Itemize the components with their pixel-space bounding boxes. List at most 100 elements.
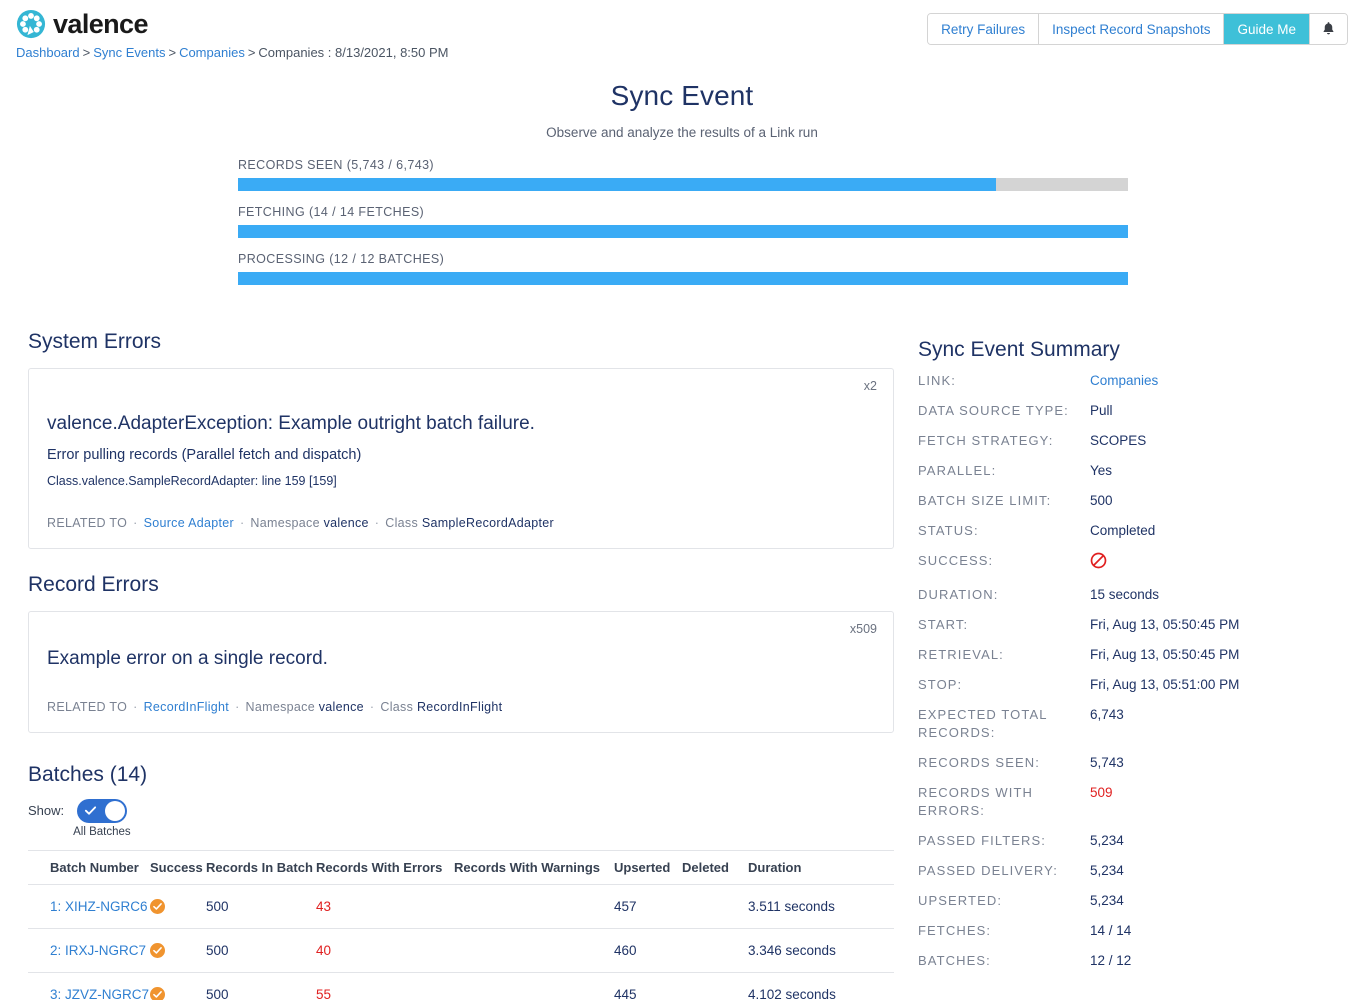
cell-records-with-errors: 40 <box>316 928 454 973</box>
progress-label: PROCESSING (12 / 12 BATCHES) <box>238 252 445 266</box>
summary-value: 14 / 14 <box>1090 923 1132 938</box>
summary-value: Fri, Aug 13, 05:50:45 PM <box>1090 617 1240 632</box>
notifications-button[interactable] <box>1310 14 1347 44</box>
header-action-group: Retry Failures Inspect Record Snapshots … <box>927 13 1348 45</box>
record-errors-heading: Record Errors <box>28 573 159 596</box>
summary-row: FETCHES: 14 / 14 <box>918 922 1348 940</box>
summary-row: PARALLEL: Yes <box>918 462 1348 480</box>
summary-key: PASSED FILTERS: <box>918 833 1046 848</box>
summary-value <box>1090 552 1107 574</box>
summary-value: Completed <box>1090 523 1156 538</box>
summary-row: RECORDS WITH ERRORS: 509 <box>918 784 1348 820</box>
table-header-row: Batch Number Success Records In Batch Re… <box>28 850 894 885</box>
system-error-count-badge: x2 <box>863 379 877 393</box>
summary-key: DATA SOURCE TYPE: <box>918 403 1069 418</box>
progress-fetching: FETCHING (14 / 14 FETCHES) <box>238 205 1128 238</box>
progress-fill <box>238 272 1128 285</box>
summary-row: UPSERTED: 5,234 <box>918 892 1348 910</box>
show-label: Show: <box>28 803 65 818</box>
summary-value: 5,743 <box>1090 755 1124 770</box>
summary-key: LINK: <box>918 373 957 388</box>
system-error-subtitle: Error pulling records (Parallel fetch an… <box>47 447 362 463</box>
col-batch-number: Batch Number <box>28 850 150 885</box>
cell-records-with-errors: 55 <box>316 972 454 1000</box>
summary-key: UPSERTED: <box>918 893 1003 908</box>
batch-link[interactable]: 1: XIHZ-NGRC6 <box>50 899 148 914</box>
col-records-with-errors: Records With Errors <box>316 850 454 885</box>
summary-key: PASSED DELIVERY: <box>918 863 1058 878</box>
summary-row: STATUS: Completed <box>918 522 1348 540</box>
table-row: 3: JZVZ-NGRC7 500 55 445 4.102 seconds <box>28 972 894 1000</box>
retry-failures-button[interactable]: Retry Failures <box>928 14 1040 44</box>
table-row: 1: XIHZ-NGRC6 500 43 457 3.511 seconds <box>28 884 894 929</box>
summary-list: LINK: Companies DATA SOURCE TYPE: Pull FETCH… <box>918 372 1348 970</box>
cell-batch-number[interactable]: 2: IRXJ-NGRC7 <box>28 928 150 973</box>
batch-link[interactable]: 2: IRXJ-NGRC7 <box>50 943 146 958</box>
cell-duration: 3.511 seconds <box>748 884 894 929</box>
record-error-title: Example error on a single record. <box>47 648 328 669</box>
cell-upserted: 445 <box>614 972 682 1000</box>
summary-row: PASSED FILTERS: 5,234 <box>918 832 1348 850</box>
summary-value[interactable]: Companies <box>1090 372 1158 390</box>
namespace-value: valence <box>323 516 369 530</box>
breadcrumb-item-companies[interactable]: Companies <box>179 45 245 60</box>
col-success: Success <box>150 850 206 885</box>
breadcrumb-separator: > <box>82 45 91 60</box>
bullet-separator: · <box>374 516 380 530</box>
all-batches-toggle[interactable] <box>76 799 127 823</box>
summary-key: RECORDS SEEN: <box>918 755 1040 770</box>
bullet-separator: · <box>133 700 138 714</box>
brand-name: valence <box>53 9 148 39</box>
summary-key: EXPECTED TOTAL RECORDS: <box>918 707 1048 740</box>
right-column: Sync Event Summary LINK: Companies DATA SO… <box>918 338 1348 982</box>
brand-logo[interactable]: valence <box>16 9 148 39</box>
progress-track <box>238 225 1128 238</box>
summary-key: BATCHES: <box>918 953 991 968</box>
progress-fill <box>238 225 1128 238</box>
sync-event-page: valence Dashboard > Sync Events > Companies >… <box>0 0 1364 1000</box>
cell-success <box>150 972 206 1000</box>
progress-fill <box>238 178 997 191</box>
summary-key: FETCH STRATEGY: <box>918 433 1054 448</box>
cell-records-in-batch: 500 <box>206 928 316 973</box>
summary-key: PARALLEL: <box>918 463 997 478</box>
class-value: SampleRecordAdapter <box>421 516 554 530</box>
cell-duration: 3.346 seconds <box>748 928 894 973</box>
cell-success <box>150 884 206 929</box>
cell-batch-number[interactable]: 1: XIHZ-NGRC6 <box>28 884 150 929</box>
cell-batch-number[interactable]: 3: JZVZ-NGRC7 <box>28 972 150 1000</box>
all-batches-caption: All Batches <box>73 826 131 838</box>
related-source-adapter-link[interactable]: Source Adapter <box>144 516 234 530</box>
related-recordinflight-link[interactable]: RecordInFlight <box>144 700 230 714</box>
system-error-related: RELATED TO · Source Adapter · Namespace vale… <box>47 516 875 530</box>
all-batches-toggle-wrap: All Batches <box>73 799 131 838</box>
related-to-label: RELATED TO <box>47 516 128 530</box>
cell-duration: 4.102 seconds <box>748 972 894 1000</box>
summary-value: 5,234 <box>1090 863 1124 878</box>
bell-icon <box>1323 22 1334 35</box>
guide-me-button[interactable]: Guide Me <box>1224 14 1310 44</box>
app-header: valence Dashboard > Sync Events > Companies >… <box>0 0 1364 68</box>
summary-row: BATCHES: 12 / 12 <box>918 952 1348 970</box>
summary-row: DURATION: 15 seconds <box>918 586 1348 604</box>
breadcrumb-item-sync-events[interactable]: Sync Events <box>93 45 165 60</box>
summary-value: 509 <box>1090 785 1113 800</box>
batch-link[interactable]: 3: JZVZ-NGRC7 <box>50 987 149 1000</box>
col-upserted: Upserted <box>614 850 682 885</box>
summary-value: 5,234 <box>1090 833 1124 848</box>
inspect-record-snapshots-button[interactable]: Inspect Record Snapshots <box>1039 14 1225 44</box>
bullet-separator: · <box>369 700 375 714</box>
progress-track <box>238 178 1128 191</box>
summary-key: RECORDS WITH ERRORS: <box>918 785 1034 818</box>
cell-records-with-warnings <box>454 884 614 929</box>
toggle-knob <box>104 801 125 821</box>
class-label: Class <box>380 700 414 714</box>
namespace-label: Namespace <box>250 516 320 530</box>
summary-row: SUCCESS: <box>918 552 1348 574</box>
system-error-card: x2 valence.AdapterException: Example out… <box>28 368 894 549</box>
prohibited-icon <box>1090 552 1107 569</box>
summary-value: 15 seconds <box>1090 587 1160 602</box>
cell-upserted: 460 <box>614 928 682 973</box>
breadcrumb-item-dashboard[interactable]: Dashboard <box>16 45 80 60</box>
summary-row: FETCH STRATEGY: SCOPES <box>918 432 1348 450</box>
